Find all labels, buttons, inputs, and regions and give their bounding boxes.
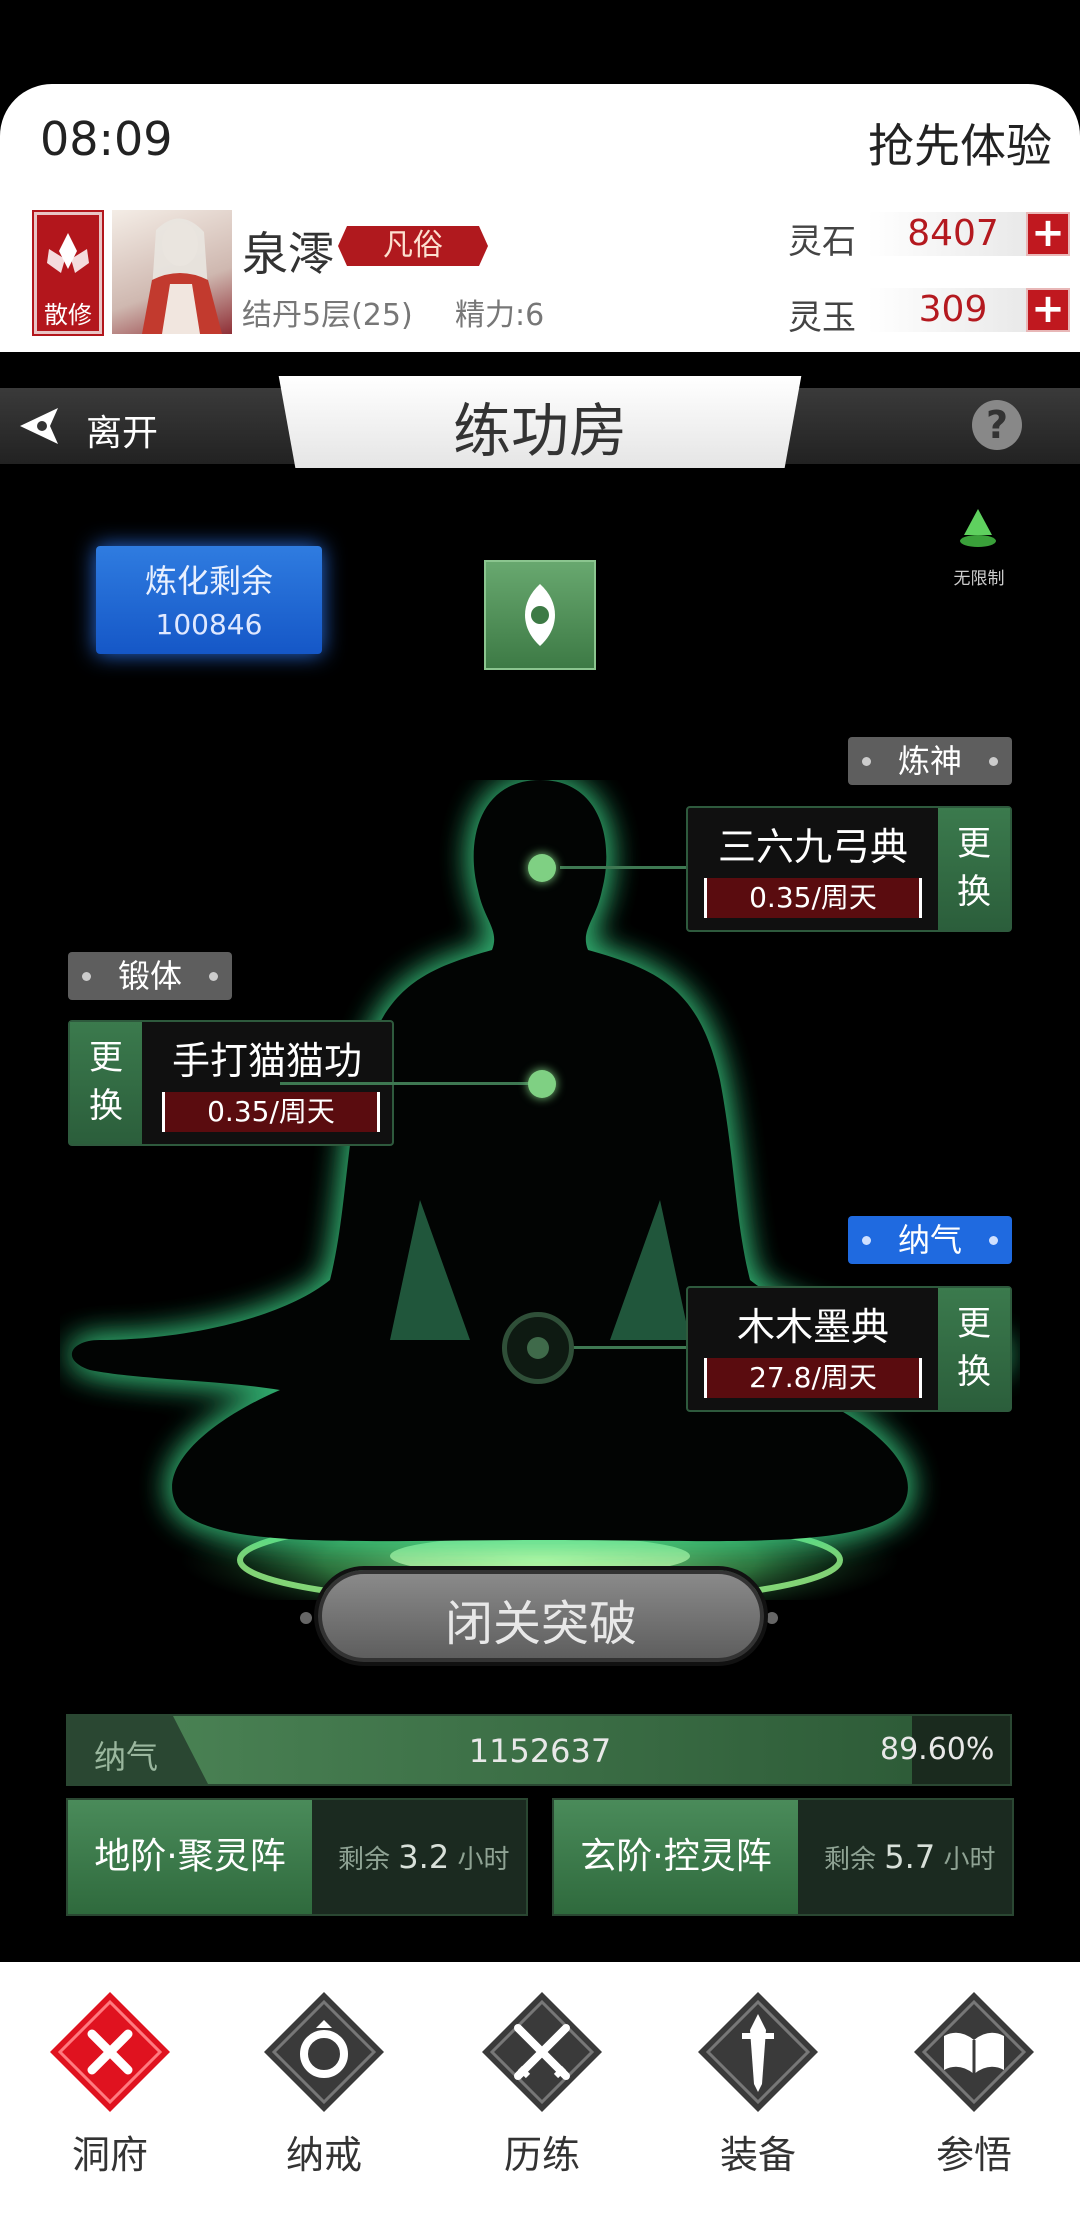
tag-dot — [862, 757, 871, 766]
tag-dot — [989, 757, 998, 766]
nav-equipment[interactable]: 装备 — [648, 1962, 864, 2202]
add-spirit-stone-button[interactable]: + — [1026, 212, 1070, 256]
tag-dot — [989, 1236, 998, 1245]
nav-insight[interactable]: 参悟 — [864, 1962, 1080, 2202]
page-title: 练功房 — [452, 397, 627, 465]
meridian-node-head[interactable] — [528, 854, 556, 882]
crossed-swords-icon — [482, 1992, 602, 2112]
avatar-portrait-icon — [142, 218, 222, 334]
ring-icon — [264, 1992, 384, 2112]
skill-spirit-rate: 0.35/周天 — [704, 878, 922, 918]
tag-spirit-label: 炼神 — [897, 742, 962, 780]
refine-remaining-box[interactable]: 炼化剩余 100846 — [96, 546, 322, 654]
swap-qi-button[interactable]: 更换 — [938, 1288, 1010, 1410]
view-toggle-button[interactable] — [484, 560, 596, 670]
tag-body-label: 锻体 — [117, 957, 182, 995]
cultivation-level: 结丹5层(25) — [242, 298, 413, 333]
nav-cave[interactable]: 洞府 — [0, 1962, 216, 2202]
array-earth-remaining: 剩余 3.2 小时 — [338, 1800, 509, 1917]
refine-remaining-label: 炼化剩余 — [144, 562, 273, 600]
status-time: 08:09 — [40, 112, 173, 166]
meridian-node-chest[interactable] — [528, 1070, 556, 1098]
bottom-nav: 洞府 纳戒 历练 装备 参悟 — [0, 1962, 1080, 2220]
skill-card-qi[interactable]: 木木墨典 27.8/周天 更换 — [686, 1286, 1012, 1412]
nav-training-label: 历练 — [503, 2133, 580, 2177]
tag-spirit: 炼神 — [848, 737, 1012, 785]
button-ornament — [766, 1612, 778, 1624]
array-mystic-remain-prefix: 剩余 — [824, 1845, 877, 1875]
button-ornament — [300, 1612, 312, 1624]
array-card-earth[interactable]: 地阶·聚灵阵 剩余 3.2 小时 — [66, 1798, 528, 1916]
add-spirit-jade-button[interactable]: + — [1026, 288, 1070, 332]
spirit-jade-label: 灵玉 — [788, 298, 856, 338]
nav-ring[interactable]: 纳戒 — [214, 1962, 430, 2202]
tag-dot — [82, 972, 91, 981]
tag-qi-label: 纳气 — [897, 1221, 962, 1259]
spirit-stone-label: 灵石 — [788, 222, 856, 262]
help-button[interactable]: ? — [972, 400, 1022, 450]
player-name: 泉澪 — [242, 227, 334, 281]
breakthrough-label: 闭关突破 — [444, 1596, 637, 1652]
qi-percent: 89.60% — [880, 1732, 995, 1767]
eye-icon — [525, 584, 555, 646]
tag-dot — [862, 1236, 871, 1245]
swap-spirit-button[interactable]: 更换 — [938, 808, 1010, 930]
skill-spirit-name: 三六九弓典 — [717, 825, 908, 869]
nav-ring-label: 纳戒 — [285, 2133, 362, 2177]
skill-qi-rate: 27.8/周天 — [704, 1358, 922, 1398]
skill-card-spirit[interactable]: 三六九弓典 0.35/周天 更换 — [686, 806, 1012, 932]
tag-qi: 纳气 — [848, 1216, 1012, 1264]
lotus-icon — [47, 233, 89, 273]
spirit-jade-value: 309 — [868, 288, 1038, 332]
cave-icon — [50, 1992, 170, 2112]
nav-insight-label: 参悟 — [935, 2133, 1012, 2177]
refine-remaining-value: 100846 — [155, 608, 263, 641]
nav-cave-label: 洞府 — [71, 2133, 148, 2177]
sword-icon — [698, 1992, 818, 2112]
spirit-stone-value: 8407 — [868, 212, 1038, 256]
rank-badge: 凡俗 — [338, 226, 488, 266]
array-mystic-remain-unit: 小时 — [943, 1845, 996, 1875]
array-mystic-remaining: 剩余 5.7 小时 — [824, 1800, 995, 1917]
leave-button[interactable]: 离开 — [0, 388, 230, 464]
qi-label: 纳气 — [94, 1738, 159, 1776]
array-mystic-remain-value: 5.7 — [884, 1838, 936, 1876]
early-access-label: 抢先体验 — [868, 119, 1052, 173]
array-earth-remain-value: 3.2 — [398, 1838, 450, 1876]
tag-dot — [209, 972, 218, 981]
array-mystic-name: 玄阶·控灵阵 — [554, 1800, 798, 1914]
array-earth-name: 地阶·聚灵阵 — [68, 1800, 312, 1914]
array-earth-remain-prefix: 剩余 — [338, 1845, 391, 1875]
unlimited-label: 无限制 — [953, 569, 1005, 589]
skill-body-rate: 0.35/周天 — [162, 1092, 380, 1132]
nav-training[interactable]: 历练 — [432, 1962, 648, 2202]
leave-icon — [20, 408, 58, 444]
meridian-node-dantian[interactable] — [502, 1312, 574, 1384]
unlimited-icon[interactable] — [956, 505, 1000, 551]
array-earth-remain-unit: 小时 — [457, 1845, 510, 1875]
array-card-mystic[interactable]: 玄阶·控灵阵 剩余 5.7 小时 — [552, 1798, 1014, 1916]
leave-label: 离开 — [86, 413, 159, 454]
tag-body: 锻体 — [68, 952, 232, 1000]
nav-equipment-label: 装备 — [719, 2133, 796, 2177]
skill-qi-name: 木木墨典 — [736, 1305, 889, 1349]
avatar[interactable] — [112, 210, 232, 334]
skill-body-name: 手打猫猫功 — [171, 1039, 362, 1083]
energy-value: 精力:6 — [455, 298, 545, 333]
qi-value: 1152637 — [468, 1732, 612, 1770]
swap-body-button[interactable]: 更换 — [70, 1022, 142, 1144]
book-icon — [914, 1992, 1034, 2112]
sect-badge[interactable]: 散修 — [34, 212, 102, 334]
sect-badge-label: 散修 — [44, 301, 92, 329]
dantian-core — [527, 1337, 549, 1359]
connector-line — [280, 1082, 530, 1085]
